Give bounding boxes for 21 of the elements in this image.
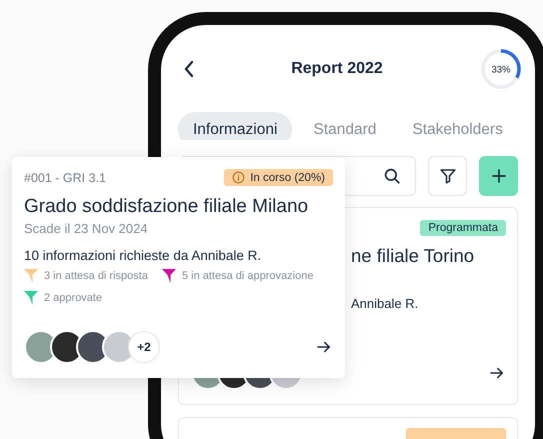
badge-label: In corso (20%) — [250, 172, 325, 184]
card-title: ne filiale Torino — [351, 245, 476, 267]
filter-icon — [438, 167, 456, 185]
report-preview-tooltip[interactable]: #001 - GRI 3.1 In corso (20%) Grado soddisfazione filiale Milano Scade il 23 Nov 2024 10 informazioni richieste da Annibale R. 3 in attesa di risposta 5 in attesa di approvazione 2 approvate +2 — [12, 157, 345, 378]
more-avatars-count: +2 — [128, 331, 160, 363]
status-label: 2 approvate — [44, 292, 102, 304]
plus-icon — [490, 167, 508, 185]
info-icon — [232, 171, 246, 184]
tab[interactable]: Informazioni — [178, 112, 292, 140]
add-button[interactable] — [479, 156, 518, 196]
filter-button[interactable] — [428, 156, 467, 196]
status-badge: Programmata — [420, 220, 506, 236]
progress-label: 33% — [492, 64, 510, 76]
status-label: 3 in attesa di risposta — [44, 270, 148, 282]
back-chevron-icon[interactable] — [183, 60, 195, 78]
due-date: Scade il 23 Nov 2024 — [24, 221, 149, 236]
search-icon — [383, 167, 401, 185]
screen-title: Report 2022 — [291, 60, 383, 78]
status-label: 5 in attesa di approvazione — [182, 270, 314, 282]
card-code: #001 - GRI 3.1 — [24, 170, 106, 184]
card-requester: Annibale R. — [351, 296, 420, 311]
